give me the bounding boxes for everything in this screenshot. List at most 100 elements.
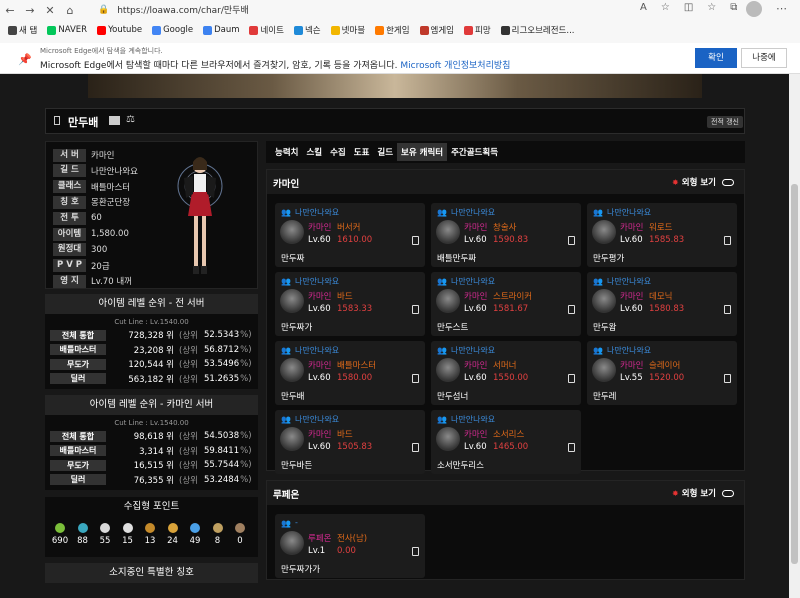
address-row: ← → ✕ ⌂ 🔒 https://loawa.com/char/만두배 A ☆…: [0, 0, 800, 20]
collect-item[interactable]: 49: [185, 523, 205, 546]
bookmark-item[interactable]: NAVER: [47, 25, 87, 35]
copy-icon[interactable]: [412, 236, 419, 245]
rank-all-body: Cut Line : Lv.1540.00 전체 통합 728,328 위 (상위 52…: [45, 314, 258, 389]
class-label: 슬레이어: [649, 361, 681, 371]
guild-name: 나만안나와요: [295, 346, 340, 355]
extensions-icon[interactable]: ⧉: [730, 2, 737, 13]
tab-item[interactable]: 길드: [373, 143, 397, 161]
guild-name: 나만안나와요: [451, 277, 496, 286]
collect-item[interactable]: 55: [95, 523, 115, 546]
rank-value: 563,182 위: [128, 374, 174, 385]
character-card[interactable]: 👥 나만안나와요 카마인 서머너 Lv.60 1550.00 만두섬너: [431, 341, 581, 405]
collect-item[interactable]: 8: [208, 523, 228, 546]
character-card[interactable]: 👥 나만안나와요 카마인 바드 Lv.60 1583.33 만두짜가: [275, 272, 425, 336]
bookmark-item[interactable]: 새 탭: [8, 24, 37, 36]
profile-label: 아이템: [53, 227, 86, 241]
tab-item[interactable]: 주간골드획득: [447, 143, 502, 161]
forward-icon[interactable]: →: [20, 4, 40, 17]
copy-icon[interactable]: [568, 236, 575, 245]
confirm-button[interactable]: 확인: [695, 48, 737, 68]
character-card[interactable]: 👥 나만안나와요 카마인 창술사 Lv.60 1590.83 배틀만두짜: [431, 203, 581, 267]
mokoko-icon: [122, 523, 133, 533]
character-card[interactable]: 👥 나만안나와요 카마인 데모닉 Lv.60 1580.83 만두왐: [587, 272, 737, 336]
guild-icon: 👥: [437, 415, 447, 424]
level-label: Lv.60: [464, 235, 487, 245]
tab-item[interactable]: 도표: [350, 143, 374, 161]
character-card[interactable]: 👥 나만안나와요 카마인 배틀마스터 Lv.60 1580.00 만두배: [275, 341, 425, 405]
copy-icon[interactable]: [724, 236, 731, 245]
collect-item[interactable]: 690: [50, 523, 70, 546]
copy-icon[interactable]: [568, 443, 575, 452]
address-bar[interactable]: 🔒 https://loawa.com/char/만두배: [98, 2, 658, 17]
guild-icon: 👥: [281, 346, 291, 355]
collect-item[interactable]: 0: [230, 523, 250, 546]
home-icon[interactable]: ⌂: [60, 4, 80, 17]
bookmark-item[interactable]: Daum: [203, 25, 239, 35]
refresh-button[interactable]: 전적 갱신: [707, 116, 743, 128]
copy-icon[interactable]: [412, 374, 419, 383]
back-icon[interactable]: ←: [0, 4, 20, 17]
collect-item[interactable]: 13: [140, 523, 160, 546]
character-card[interactable]: 👥 나만안나와요 카마인 소서리스 Lv.60 1465.00 소서만두리스: [431, 410, 581, 474]
scale-icon[interactable]: ⚖: [126, 114, 135, 125]
character-card[interactable]: 👥 나만안나와요 카마인 바드 Lv.60 1505.83 만두바든: [275, 410, 425, 474]
rank-value: 98,618 위: [133, 432, 174, 442]
bookmark-item[interactable]: Google: [152, 25, 193, 35]
privacy-link[interactable]: Microsoft 개인정보처리방침: [400, 61, 510, 71]
copy-icon[interactable]: [568, 305, 575, 314]
tab-item[interactable]: 스킬: [302, 143, 326, 161]
toggle-icon[interactable]: [722, 178, 734, 186]
server-label: 루페온: [308, 534, 332, 544]
character-card[interactable]: 👥 나만안나와요 카마인 스트라이커 Lv.60 1581.67 만두스트: [431, 272, 581, 336]
copy-icon[interactable]: [724, 305, 731, 314]
bookmark-icon[interactable]: [54, 116, 60, 125]
profile-avatar[interactable]: [746, 1, 762, 17]
rank-percent: 52.5343: [203, 330, 240, 340]
card-icon[interactable]: [109, 116, 120, 125]
copy-icon[interactable]: [412, 443, 419, 452]
scrollbar-thumb[interactable]: [791, 184, 798, 564]
character-card[interactable]: 👥 나만안나와요 카마인 슬레이어 Lv.55 1520.00 만두레: [587, 341, 737, 405]
later-button[interactable]: 나중에: [741, 48, 787, 68]
bookmark-item[interactable]: 넥슨: [293, 24, 321, 36]
character-card[interactable]: 👥 나만안나와요 카마인 워로드 Lv.60 1585.83 만두평가: [587, 203, 737, 267]
character-name: 소서만두리스: [437, 461, 484, 471]
page-scrollbar[interactable]: [789, 74, 800, 598]
copy-icon[interactable]: [568, 374, 575, 383]
bookmark-item[interactable]: 리그오브레전드...: [500, 24, 575, 36]
favorites-bar-icon[interactable]: ☆: [707, 2, 716, 13]
rank-percent: 51.2635: [203, 373, 240, 384]
level-label: Lv.60: [464, 304, 487, 314]
character-portrait: [436, 289, 460, 313]
bookmark-icon: [8, 25, 17, 35]
collections-icon[interactable]: ◫: [684, 2, 693, 13]
external-view-toggle[interactable]: ✸ 외형 보기: [672, 487, 734, 499]
character-name: 만두스트: [437, 323, 469, 333]
read-aloud-icon[interactable]: A: [640, 2, 647, 13]
collect-item[interactable]: 88: [73, 523, 93, 546]
bookmark-item[interactable]: 한게임: [375, 24, 410, 36]
external-view-toggle[interactable]: ✸ 외형 보기: [672, 176, 734, 188]
tab-item[interactable]: 수집: [326, 143, 350, 161]
character-card[interactable]: 👥 - 루페온 전사(남) Lv.1 0.00 만두짜가가: [275, 514, 425, 578]
bookmark-item[interactable]: 피망: [464, 24, 491, 36]
bookmark-item[interactable]: Youtube: [97, 25, 142, 35]
collect-item[interactable]: 15: [118, 523, 138, 546]
tab-item[interactable]: 능력치: [271, 143, 302, 161]
bookmark-item[interactable]: 넷마블: [330, 24, 365, 36]
favorite-icon[interactable]: ☆: [661, 2, 670, 13]
copy-icon[interactable]: [412, 547, 419, 556]
bookmark-item[interactable]: 네이트: [249, 24, 284, 36]
more-menu-icon[interactable]: ⋯: [776, 2, 787, 15]
item-level: 1505.83: [337, 442, 373, 452]
rank-row: 딜러 76,355 위 (상위 53.2484%): [50, 474, 253, 486]
toggle-icon[interactable]: [722, 489, 734, 497]
character-card[interactable]: 👥 나만안나와요 카마인 버서커 Lv.60 1610.00 만두짜: [275, 203, 425, 267]
collect-points-box: 수집형 포인트 690 88 55 15 13 24 49 8 0: [45, 497, 258, 557]
copy-icon[interactable]: [412, 305, 419, 314]
stop-icon[interactable]: ✕: [40, 4, 60, 17]
tab-item[interactable]: 보유 캐릭터: [397, 143, 448, 161]
copy-icon[interactable]: [724, 374, 731, 383]
bookmark-item[interactable]: 엠게임: [419, 24, 454, 36]
collect-item[interactable]: 24: [163, 523, 183, 546]
